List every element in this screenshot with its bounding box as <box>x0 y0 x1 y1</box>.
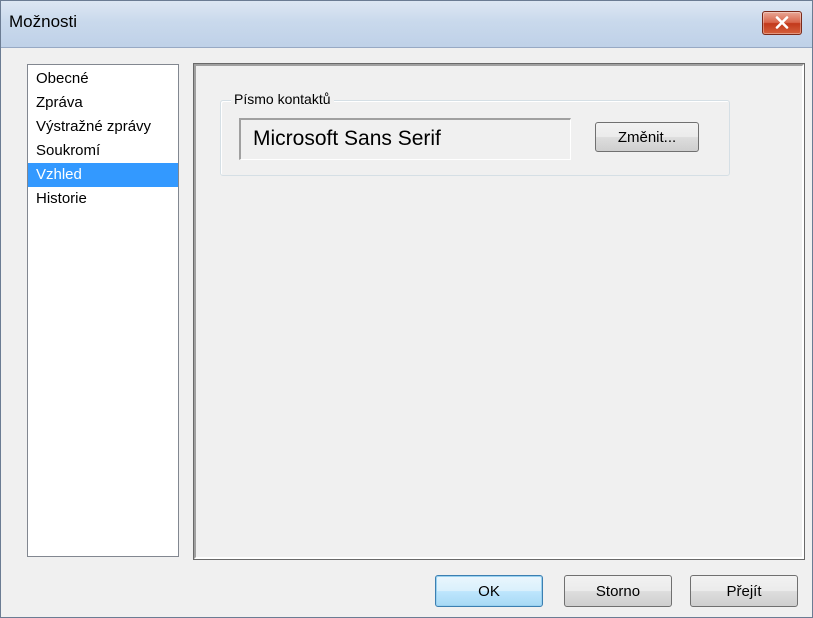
sidebar-item-privacy[interactable]: Soukromí <box>28 139 178 163</box>
window-title: Možnosti <box>9 12 78 31</box>
contact-font-group: Písmo kontaktů Microsoft Sans Serif Změn… <box>220 91 730 176</box>
appearance-panel: Písmo kontaktů Microsoft Sans Serif Změn… <box>193 63 805 560</box>
sidebar-item-appearance[interactable]: Vzhled <box>28 163 178 187</box>
font-name-display: Microsoft Sans Serif <box>239 118 571 160</box>
change-font-button[interactable]: Změnit... <box>595 122 699 152</box>
title-bar[interactable]: Možnosti <box>1 1 812 48</box>
category-list[interactable]: Obecné Zpráva Výstražné zprávy Soukromí … <box>27 64 179 557</box>
options-dialog: Možnosti Obecné Zpráva Výstražné zprávy … <box>0 0 813 618</box>
close-icon <box>775 16 789 29</box>
ok-button[interactable]: OK <box>435 575 543 607</box>
contact-font-label: Písmo kontaktů <box>231 91 334 107</box>
sidebar-item-general[interactable]: Obecné <box>28 67 178 91</box>
sidebar-item-history[interactable]: Historie <box>28 187 178 211</box>
sidebar-item-alerts[interactable]: Výstražné zprávy <box>28 115 178 139</box>
sidebar-item-message[interactable]: Zpráva <box>28 91 178 115</box>
go-button[interactable]: Přejít <box>690 575 798 607</box>
close-button[interactable] <box>762 11 802 35</box>
cancel-button[interactable]: Storno <box>564 575 672 607</box>
